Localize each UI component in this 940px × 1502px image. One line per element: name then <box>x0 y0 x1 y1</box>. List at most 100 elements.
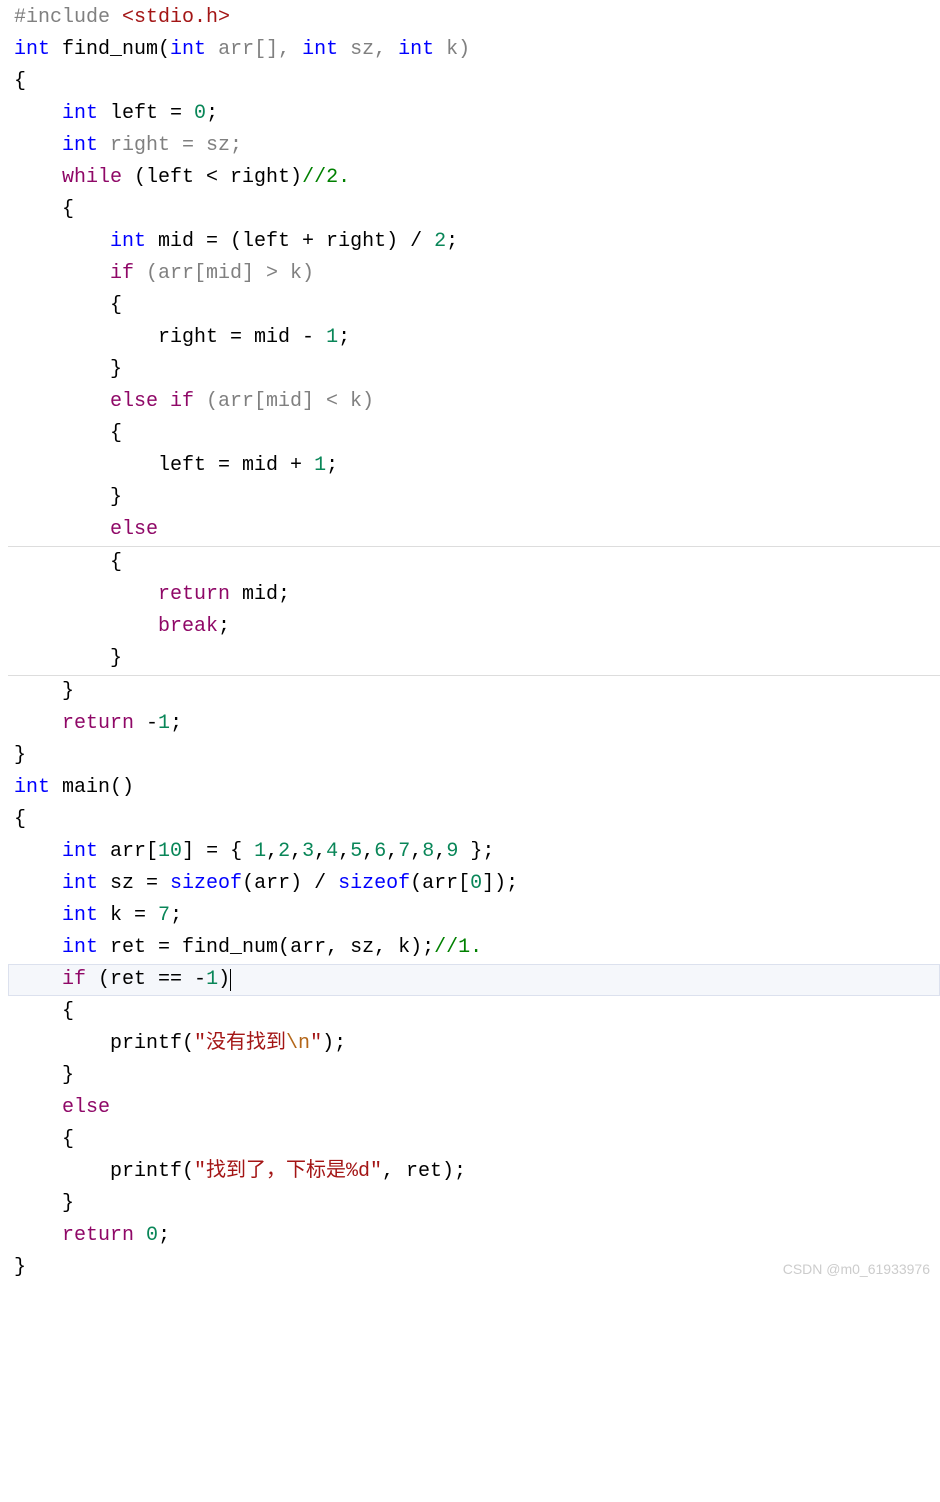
code-token: arr[], <box>206 38 302 61</box>
code-token: arr[ <box>98 840 158 863</box>
code-token: (arr[mid] < k) <box>194 390 374 413</box>
code-token: int <box>302 38 338 61</box>
code-token: (arr[ <box>410 872 470 895</box>
watermark-text: CSDN @m0_61933976 <box>783 1258 930 1280</box>
code-token: } <box>62 1192 74 1215</box>
code-token: ; <box>326 454 338 477</box>
code-token: #include <box>14 6 122 29</box>
code-token: , <box>410 840 422 863</box>
code-line: } <box>8 676 940 708</box>
code-line: { <box>8 996 940 1028</box>
code-token: , <box>290 840 302 863</box>
code-token: { <box>110 551 122 574</box>
code-line: } <box>8 643 940 676</box>
code-token: , <box>338 840 350 863</box>
code-token: int <box>62 904 98 927</box>
code-line: if (ret == -1) <box>8 964 940 996</box>
code-token: int <box>14 38 50 61</box>
code-token: int <box>62 840 98 863</box>
code-token: , <box>314 840 326 863</box>
code-token: int <box>14 776 50 799</box>
code-token: ; <box>170 712 182 735</box>
code-token: <stdio.h> <box>122 6 230 29</box>
code-token: } <box>14 1256 26 1279</box>
code-token: left = <box>98 102 194 125</box>
code-token: 4 <box>326 840 338 863</box>
code-token: "没有找到 <box>194 1032 286 1055</box>
code-token: 5 <box>350 840 362 863</box>
code-line: int sz = sizeof(arr) / sizeof(arr[0]); <box>8 868 940 900</box>
code-token: { <box>110 422 122 445</box>
code-token: { <box>62 1000 74 1023</box>
code-line: int find_num(int arr[], int sz, int k) <box>8 34 940 66</box>
code-line: else <box>8 1092 940 1124</box>
code-token: ; <box>218 615 230 638</box>
code-line: { <box>8 418 940 450</box>
code-token: k = <box>98 904 158 927</box>
code-token: (arr[mid] > k) <box>134 262 314 285</box>
code-token: if <box>110 262 134 285</box>
code-token: mid; <box>230 583 290 606</box>
code-token: return <box>62 712 134 735</box>
code-line: return -1; <box>8 708 940 740</box>
code-line: int ret = find_num(arr, sz, k);//1. <box>8 932 940 964</box>
code-token: 7 <box>158 904 170 927</box>
code-token: int <box>62 134 98 157</box>
code-token: , <box>386 840 398 863</box>
code-token: 1 <box>206 968 218 991</box>
code-line: } <box>8 1188 940 1220</box>
code-token: else <box>62 1096 110 1119</box>
code-line: { <box>8 546 940 579</box>
code-line: } <box>8 740 940 772</box>
code-token: 2 <box>434 230 446 253</box>
code-token: int <box>110 230 146 253</box>
code-token: 8 <box>422 840 434 863</box>
code-token: ] = { <box>182 840 254 863</box>
text-cursor <box>230 969 231 991</box>
code-token: ); <box>322 1032 346 1055</box>
code-line: printf("没有找到\n"); <box>8 1028 940 1060</box>
code-token: sizeof <box>338 872 410 895</box>
code-token: right = sz; <box>98 134 242 157</box>
code-token: k) <box>434 38 470 61</box>
code-token: 7 <box>398 840 410 863</box>
code-token: 2 <box>278 840 290 863</box>
code-line: return 0; <box>8 1220 940 1252</box>
code-token: 0 <box>194 102 206 125</box>
code-line: { <box>8 804 940 836</box>
code-token: } <box>62 1064 74 1087</box>
code-token: printf( <box>110 1160 194 1183</box>
code-token: 9 <box>446 840 458 863</box>
code-token: } <box>62 680 74 703</box>
code-line: break; <box>8 611 940 643</box>
code-token: (ret == - <box>86 968 206 991</box>
code-token: "找到了，下标是%d" <box>194 1160 382 1183</box>
code-token: sz, <box>338 38 398 61</box>
code-line: } <box>8 1060 940 1092</box>
code-token: main() <box>50 776 134 799</box>
code-token: (left < right) <box>122 166 302 189</box>
code-line: { <box>8 290 940 322</box>
code-token: if <box>62 968 86 991</box>
code-token: sz = <box>98 872 170 895</box>
code-token: sizeof <box>170 872 242 895</box>
code-token: , <box>362 840 374 863</box>
code-line: int right = sz; <box>8 130 940 162</box>
code-token: else if <box>110 390 194 413</box>
code-line: left = mid + 1; <box>8 450 940 482</box>
code-token: while <box>62 166 122 189</box>
code-token: 1 <box>314 454 326 477</box>
code-line: return mid; <box>8 579 940 611</box>
code-token: int <box>62 872 98 895</box>
code-token: } <box>14 744 26 767</box>
code-token: ; <box>170 904 182 927</box>
code-token: //1. <box>434 936 482 959</box>
code-token: //2. <box>302 166 350 189</box>
code-line: { <box>8 1124 940 1156</box>
code-token: ) <box>218 968 230 991</box>
code-token: { <box>62 1128 74 1151</box>
code-line: right = mid - 1; <box>8 322 940 354</box>
code-token: { <box>14 70 26 93</box>
code-token: 0 <box>146 1224 158 1247</box>
code-token: 1 <box>158 712 170 735</box>
